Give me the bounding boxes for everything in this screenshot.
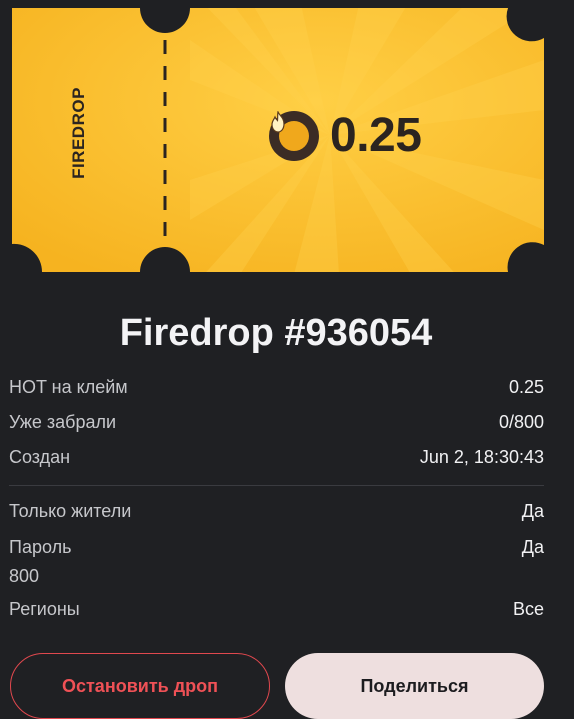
condition-row-password: Пароль Да: [9, 536, 544, 558]
stop-drop-button[interactable]: Остановить дроп: [10, 653, 270, 719]
condition-label: Только жители: [9, 501, 132, 521]
ticket-amount: 0.25: [330, 109, 422, 162]
condition-label: Пароль: [9, 537, 72, 557]
share-button[interactable]: Поделиться: [285, 653, 544, 719]
password-value: 800: [9, 566, 40, 586]
condition-label: Регионы: [9, 599, 80, 619]
drop-title: Firedrop #936054: [119, 312, 433, 354]
section-divider: [9, 485, 544, 486]
detail-value: Jun 2, 18:30:43: [419, 447, 544, 467]
detail-label: Уже забрали: [9, 412, 117, 432]
condition-row-residents: Только жители Да: [9, 500, 544, 522]
detail-label: HOT на клейм: [9, 377, 128, 397]
ticket-brand: FIREDROP: [69, 87, 88, 179]
flame-icon: [271, 111, 285, 133]
detail-value: 0/800: [498, 412, 544, 432]
condition-value: Все: [512, 599, 544, 619]
flame-coin-icon: [269, 111, 319, 161]
condition-value: Да: [521, 537, 544, 557]
ticket-card: FIREDROP 0.25: [0, 0, 574, 290]
detail-row-hot-claim: HOT на клейм 0.25: [9, 376, 544, 398]
detail-value: 0.25: [508, 377, 544, 397]
detail-row-claimed: Уже забрали 0/800: [9, 411, 544, 433]
detail-label: Создан: [9, 447, 71, 467]
condition-row-regions: Регионы Все: [9, 598, 544, 620]
detail-row-created: Создан Jun 2, 18:30:43: [9, 446, 544, 468]
condition-value: Да: [521, 501, 544, 521]
